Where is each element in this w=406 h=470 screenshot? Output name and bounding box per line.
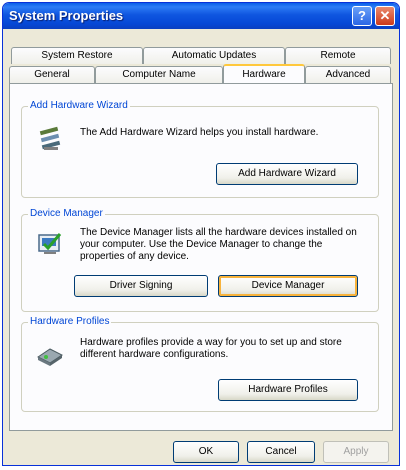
tab-row-front: General Computer Name Hardware Advanced [9,64,393,83]
device-manager-button[interactable]: Device Manager [218,275,358,297]
tab-hardware[interactable]: Hardware [223,64,305,83]
ok-button[interactable]: OK [173,441,239,463]
add-hardware-wizard-label: Add Hardware Wizard [28,100,130,111]
hardware-profiles-description: Hardware profiles provide a way for you … [80,337,342,360]
cancel-button[interactable]: Cancel [247,441,315,463]
add-hardware-wizard-description: The Add Hardware Wizard helps you instal… [80,127,319,138]
device-manager-description: The Device Manager lists all the hardwar… [80,227,357,262]
title-bar[interactable]: System Properties ? ✕ [3,3,399,29]
help-button[interactable]: ? [352,6,372,26]
hardware-tab-panel: Add Hardware Wizard The Add Hardware Wiz… [9,83,393,431]
tab-computer-name[interactable]: Computer Name [95,66,223,83]
hardware-profiles-label: Hardware Profiles [28,316,112,327]
close-button[interactable]: ✕ [375,6,395,26]
add-hardware-wizard-button[interactable]: Add Hardware Wizard [216,163,358,185]
tab-remote[interactable]: Remote [285,47,391,64]
add-hardware-wizard-group: Add Hardware Wizard The Add Hardware Wiz… [21,100,379,198]
tab-system-restore[interactable]: System Restore [11,47,143,64]
hardware-profiles-button[interactable]: Hardware Profiles [218,379,358,401]
hardware-profiles-icon [37,348,63,366]
device-manager-icon [38,233,62,254]
tab-general[interactable]: General [9,66,95,83]
help-icon: ? [358,8,366,23]
device-manager-label: Device Manager [28,208,105,219]
apply-button[interactable]: Apply [323,441,389,463]
driver-signing-button[interactable]: Driver Signing [74,275,208,297]
tab-row-back: System Restore Automatic Updates Remote [9,47,393,64]
device-manager-group: Device Manager The Device Manager lists … [21,208,379,312]
close-icon: ✕ [379,8,391,23]
tab-automatic-updates[interactable]: Automatic Updates [143,47,285,64]
add-hardware-wizard-icon [39,126,61,150]
window-title: System Properties [9,8,124,23]
hardware-profiles-group: Hardware Profiles Hardware profiles prov… [21,316,379,412]
system-properties-window: System Properties ? ✕ System Restore Aut… [2,2,400,466]
tab-advanced[interactable]: Advanced [305,66,391,83]
